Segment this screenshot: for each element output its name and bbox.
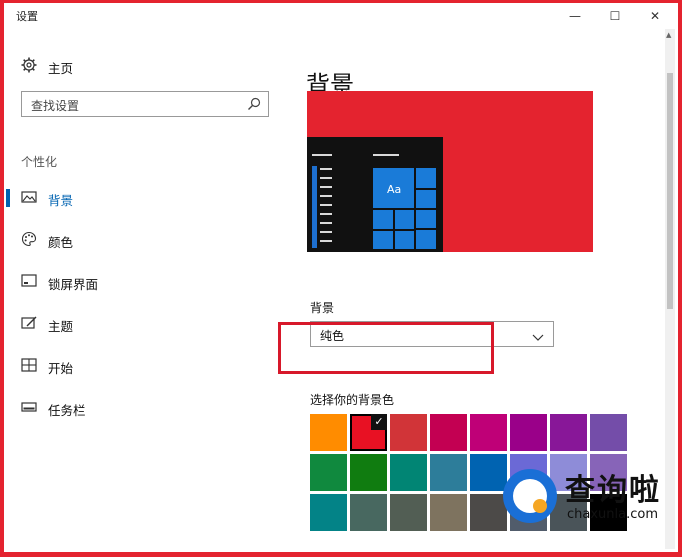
- sidebar-item-colors[interactable]: 颜色: [4, 222, 294, 258]
- color-swatch[interactable]: [310, 494, 347, 531]
- highlight-annotation-box: [278, 322, 494, 374]
- preview-line: [320, 240, 332, 242]
- maximize-button[interactable]: ☐: [596, 3, 634, 29]
- sidebar-item-label: 背景: [48, 193, 74, 208]
- preview-line: [320, 222, 332, 224]
- palette-icon: [21, 231, 37, 247]
- preview-line: [320, 231, 332, 233]
- watermark-text: 查询啦: [565, 473, 661, 508]
- color-swatch[interactable]: [350, 454, 387, 491]
- sidebar-item-label: 任务栏: [48, 403, 86, 418]
- background-preview: Aa: [307, 91, 593, 252]
- color-swatch[interactable]: [310, 454, 347, 491]
- watermark: 查询啦 chaxunla.com: [495, 463, 682, 557]
- background-color-label: 选择你的背景色: [310, 393, 395, 407]
- search-input[interactable]: 查找设置: [21, 91, 269, 117]
- gear-icon: [21, 57, 37, 73]
- sidebar-item-themes[interactable]: 主题: [4, 306, 294, 342]
- preview-line: [312, 154, 332, 156]
- color-swatch[interactable]: [430, 414, 467, 451]
- preview-line: [320, 204, 332, 206]
- scrollbar-thumb[interactable]: [667, 73, 673, 309]
- title-bar: 设置 — ☐ ✕: [4, 3, 678, 29]
- sidebar-item-background[interactable]: 背景: [4, 180, 294, 216]
- search-placeholder: 查找设置: [31, 99, 80, 113]
- sidebar-item-start[interactable]: 开始: [4, 348, 294, 384]
- color-swatch[interactable]: [350, 494, 387, 531]
- preview-line: [320, 177, 332, 179]
- start-icon: [21, 357, 37, 373]
- sidebar-item-label: 主题: [48, 319, 74, 334]
- watermark-url: chaxunla.com: [567, 507, 658, 522]
- window-title: 设置: [16, 10, 38, 23]
- color-swatch[interactable]: [390, 414, 427, 451]
- minimize-button[interactable]: —: [556, 3, 594, 29]
- tile-divider: [416, 188, 436, 190]
- sidebar-item-label: 主页: [48, 61, 74, 76]
- tile-divider: [416, 228, 436, 230]
- sidebar-item-home[interactable]: 主页: [4, 48, 294, 84]
- preview-line: [320, 213, 332, 215]
- color-swatch[interactable]: [310, 414, 347, 451]
- preview-line: [320, 168, 332, 170]
- close-icon: ✕: [649, 9, 661, 23]
- sidebar-item-taskbar[interactable]: 任务栏: [4, 390, 294, 426]
- color-swatch[interactable]: [390, 494, 427, 531]
- lockscreen-icon: [21, 273, 37, 289]
- sidebar-item-label: 开始: [48, 361, 74, 376]
- preview-tile-text: Aa: [387, 183, 402, 196]
- preview-line: [373, 154, 399, 156]
- checkmark-icon: ✓: [371, 414, 387, 430]
- active-indicator: [6, 189, 10, 207]
- color-swatch[interactable]: [430, 454, 467, 491]
- color-swatch[interactable]: [590, 414, 627, 451]
- sidebar-item-lockscreen[interactable]: 锁屏界面: [4, 264, 294, 300]
- preview-start-menu: Aa: [307, 137, 443, 252]
- color-swatch[interactable]: [550, 414, 587, 451]
- color-swatch[interactable]: [470, 414, 507, 451]
- preview-line: [320, 195, 332, 197]
- tile-divider: [373, 229, 414, 231]
- preview-line: [320, 186, 332, 188]
- color-swatch[interactable]: [510, 414, 547, 451]
- sidebar-item-label: 锁屏界面: [48, 277, 99, 292]
- background-type-label: 背景: [310, 301, 335, 315]
- minimize-icon: —: [569, 9, 581, 23]
- chevron-down-icon: [532, 328, 544, 341]
- close-button[interactable]: ✕: [636, 3, 674, 29]
- theme-icon: [21, 315, 37, 331]
- scroll-up-icon[interactable]: ▲: [666, 31, 671, 39]
- sidebar-item-label: 颜色: [48, 235, 74, 250]
- watermark-logo-icon: [503, 469, 557, 523]
- search-icon: [246, 96, 262, 112]
- preview-sidebar: [312, 166, 317, 248]
- color-swatch[interactable]: [430, 494, 467, 531]
- preview-tiles: Aa: [373, 168, 436, 249]
- image-icon: [21, 189, 37, 205]
- tile-divider: [373, 208, 436, 210]
- maximize-icon: ☐: [609, 9, 621, 23]
- taskbar-icon: [21, 399, 37, 415]
- section-label: 个性化: [21, 155, 58, 169]
- color-swatch[interactable]: ✓: [350, 414, 387, 451]
- color-swatch[interactable]: [390, 454, 427, 491]
- sidebar: 主页 查找设置 个性化 背景 颜色 锁屏界面 主题 开始 任务栏: [4, 29, 294, 552]
